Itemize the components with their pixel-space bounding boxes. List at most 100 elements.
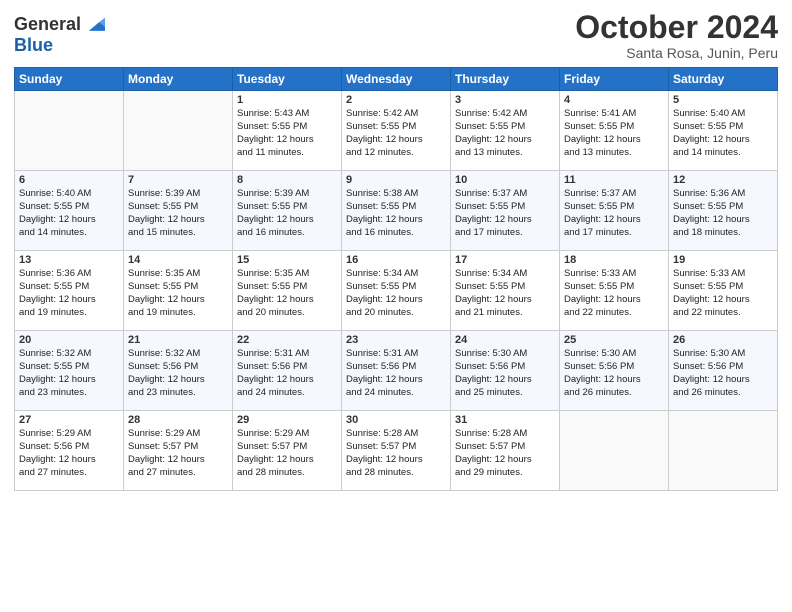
day-info: Sunrise: 5:34 AM Sunset: 5:55 PM Dayligh… xyxy=(346,268,446,319)
location: Santa Rosa, Junin, Peru xyxy=(575,45,778,61)
calendar-cell: 2 Sunrise: 5:42 AM Sunset: 5:55 PM Daylig… xyxy=(342,91,451,171)
day-number: 23 xyxy=(346,334,446,346)
calendar-week-row: 1Sunrise: 5:43 AM Sunset: 5:55 PM Daylig… xyxy=(15,91,778,171)
calendar-cell: 11Sunrise: 5:37 AM Sunset: 5:55 PM Dayli… xyxy=(560,171,669,251)
day-number: 30 xyxy=(346,414,446,426)
day-info: Sunrise: 5:34 AM Sunset: 5:55 PM Dayligh… xyxy=(455,268,555,319)
calendar-cell xyxy=(15,91,124,171)
calendar-week-row: 6Sunrise: 5:40 AM Sunset: 5:55 PM Daylig… xyxy=(15,171,778,251)
day-number: 15 xyxy=(237,254,337,266)
day-info: Sunrise: 5:36 AM Sunset: 5:55 PM Dayligh… xyxy=(19,268,119,319)
day-info: Sunrise: 5:29 AM Sunset: 5:56 PM Dayligh… xyxy=(19,428,119,479)
calendar-cell: 15 Sunrise: 5:35 AM Sunset: 5:55 PM Dayli… xyxy=(233,251,342,331)
calendar-cell xyxy=(124,91,233,171)
calendar-week-row: 27 Sunrise: 5:29 AM Sunset: 5:56 PM Dayli… xyxy=(15,411,778,491)
logo-text-blue: Blue xyxy=(14,36,105,56)
day-number: 27 xyxy=(19,414,119,426)
day-number: 5 xyxy=(673,94,773,106)
day-info: Sunrise: 5:32 AM Sunset: 5:55 PM Dayligh… xyxy=(19,348,119,399)
calendar-cell: 29Sunrise: 5:29 AM Sunset: 5:57 PM Dayli… xyxy=(233,411,342,491)
header: General Blue October 2024 Santa Rosa, Ju… xyxy=(14,10,778,61)
day-number: 14 xyxy=(128,254,228,266)
day-info: Sunrise: 5:42 AM Sunset: 5:55 PM Dayligh… xyxy=(346,108,446,159)
day-number: 7 xyxy=(128,174,228,186)
calendar-day-header: Wednesday xyxy=(342,68,451,91)
day-info: Sunrise: 5:41 AM Sunset: 5:55 PM Dayligh… xyxy=(564,108,664,159)
day-number: 12 xyxy=(673,174,773,186)
calendar: SundayMondayTuesdayWednesdayThursdayFrid… xyxy=(14,67,778,491)
day-info: Sunrise: 5:43 AM Sunset: 5:55 PM Dayligh… xyxy=(237,108,337,159)
day-number: 28 xyxy=(128,414,228,426)
day-info: Sunrise: 5:31 AM Sunset: 5:56 PM Dayligh… xyxy=(237,348,337,399)
day-info: Sunrise: 5:40 AM Sunset: 5:55 PM Dayligh… xyxy=(673,108,773,159)
calendar-cell xyxy=(560,411,669,491)
calendar-week-row: 20 Sunrise: 5:32 AM Sunset: 5:55 PM Dayli… xyxy=(15,331,778,411)
day-info: Sunrise: 5:28 AM Sunset: 5:57 PM Dayligh… xyxy=(455,428,555,479)
day-info: Sunrise: 5:35 AM Sunset: 5:55 PM Dayligh… xyxy=(237,268,337,319)
calendar-day-header: Friday xyxy=(560,68,669,91)
day-info: Sunrise: 5:31 AM Sunset: 5:56 PM Dayligh… xyxy=(346,348,446,399)
day-info: Sunrise: 5:28 AM Sunset: 5:57 PM Dayligh… xyxy=(346,428,446,479)
calendar-cell: 3Sunrise: 5:42 AM Sunset: 5:55 PM Daylig… xyxy=(451,91,560,171)
day-number: 22 xyxy=(237,334,337,346)
month-title: October 2024 xyxy=(575,10,778,45)
calendar-cell: 13Sunrise: 5:36 AM Sunset: 5:55 PM Dayli… xyxy=(15,251,124,331)
day-info: Sunrise: 5:38 AM Sunset: 5:55 PM Dayligh… xyxy=(346,188,446,239)
day-info: Sunrise: 5:33 AM Sunset: 5:55 PM Dayligh… xyxy=(673,268,773,319)
calendar-day-header: Thursday xyxy=(451,68,560,91)
calendar-day-header: Monday xyxy=(124,68,233,91)
logo: General Blue xyxy=(14,14,105,56)
calendar-cell: 4 Sunrise: 5:41 AM Sunset: 5:55 PM Daylig… xyxy=(560,91,669,171)
day-info: Sunrise: 5:30 AM Sunset: 5:56 PM Dayligh… xyxy=(673,348,773,399)
day-number: 11 xyxy=(564,174,664,186)
calendar-cell: 22 Sunrise: 5:31 AM Sunset: 5:56 PM Dayli… xyxy=(233,331,342,411)
page: General Blue October 2024 Santa Rosa, Ju… xyxy=(0,0,792,612)
day-number: 19 xyxy=(673,254,773,266)
calendar-cell: 7 Sunrise: 5:39 AM Sunset: 5:55 PM Daylig… xyxy=(124,171,233,251)
calendar-cell: 5 Sunrise: 5:40 AM Sunset: 5:55 PM Daylig… xyxy=(669,91,778,171)
calendar-cell: 1Sunrise: 5:43 AM Sunset: 5:55 PM Daylig… xyxy=(233,91,342,171)
calendar-cell xyxy=(669,411,778,491)
day-number: 20 xyxy=(19,334,119,346)
day-number: 9 xyxy=(346,174,446,186)
calendar-cell: 9 Sunrise: 5:38 AM Sunset: 5:55 PM Daylig… xyxy=(342,171,451,251)
calendar-cell: 21 Sunrise: 5:32 AM Sunset: 5:56 PM Dayli… xyxy=(124,331,233,411)
day-number: 4 xyxy=(564,94,664,106)
calendar-header-row: SundayMondayTuesdayWednesdayThursdayFrid… xyxy=(15,68,778,91)
day-info: Sunrise: 5:39 AM Sunset: 5:55 PM Dayligh… xyxy=(128,188,228,239)
day-info: Sunrise: 5:35 AM Sunset: 5:55 PM Dayligh… xyxy=(128,268,228,319)
day-info: Sunrise: 5:42 AM Sunset: 5:55 PM Dayligh… xyxy=(455,108,555,159)
calendar-day-header: Sunday xyxy=(15,68,124,91)
day-number: 24 xyxy=(455,334,555,346)
calendar-cell: 19 Sunrise: 5:33 AM Sunset: 5:55 PM Dayli… xyxy=(669,251,778,331)
day-info: Sunrise: 5:30 AM Sunset: 5:56 PM Dayligh… xyxy=(564,348,664,399)
day-number: 10 xyxy=(455,174,555,186)
day-number: 16 xyxy=(346,254,446,266)
day-number: 6 xyxy=(19,174,119,186)
calendar-cell: 23 Sunrise: 5:31 AM Sunset: 5:56 PM Dayli… xyxy=(342,331,451,411)
day-number: 2 xyxy=(346,94,446,106)
calendar-cell: 30 Sunrise: 5:28 AM Sunset: 5:57 PM Dayli… xyxy=(342,411,451,491)
calendar-cell: 18Sunrise: 5:33 AM Sunset: 5:55 PM Dayli… xyxy=(560,251,669,331)
day-number: 21 xyxy=(128,334,228,346)
calendar-cell: 14 Sunrise: 5:35 AM Sunset: 5:55 PM Dayli… xyxy=(124,251,233,331)
day-info: Sunrise: 5:29 AM Sunset: 5:57 PM Dayligh… xyxy=(237,428,337,479)
calendar-cell: 8Sunrise: 5:39 AM Sunset: 5:55 PM Daylig… xyxy=(233,171,342,251)
day-number: 26 xyxy=(673,334,773,346)
calendar-cell: 16 Sunrise: 5:34 AM Sunset: 5:55 PM Dayli… xyxy=(342,251,451,331)
day-info: Sunrise: 5:32 AM Sunset: 5:56 PM Dayligh… xyxy=(128,348,228,399)
logo-icon xyxy=(83,14,105,36)
day-number: 25 xyxy=(564,334,664,346)
day-info: Sunrise: 5:33 AM Sunset: 5:55 PM Dayligh… xyxy=(564,268,664,319)
calendar-cell: 25 Sunrise: 5:30 AM Sunset: 5:56 PM Dayli… xyxy=(560,331,669,411)
calendar-cell: 6Sunrise: 5:40 AM Sunset: 5:55 PM Daylig… xyxy=(15,171,124,251)
calendar-day-header: Saturday xyxy=(669,68,778,91)
day-number: 8 xyxy=(237,174,337,186)
calendar-day-header: Tuesday xyxy=(233,68,342,91)
title-block: October 2024 Santa Rosa, Junin, Peru xyxy=(575,10,778,61)
day-number: 31 xyxy=(455,414,555,426)
calendar-cell: 10 Sunrise: 5:37 AM Sunset: 5:55 PM Dayli… xyxy=(451,171,560,251)
day-info: Sunrise: 5:37 AM Sunset: 5:55 PM Dayligh… xyxy=(455,188,555,239)
calendar-cell: 26 Sunrise: 5:30 AM Sunset: 5:56 PM Dayli… xyxy=(669,331,778,411)
calendar-cell: 12Sunrise: 5:36 AM Sunset: 5:55 PM Dayli… xyxy=(669,171,778,251)
